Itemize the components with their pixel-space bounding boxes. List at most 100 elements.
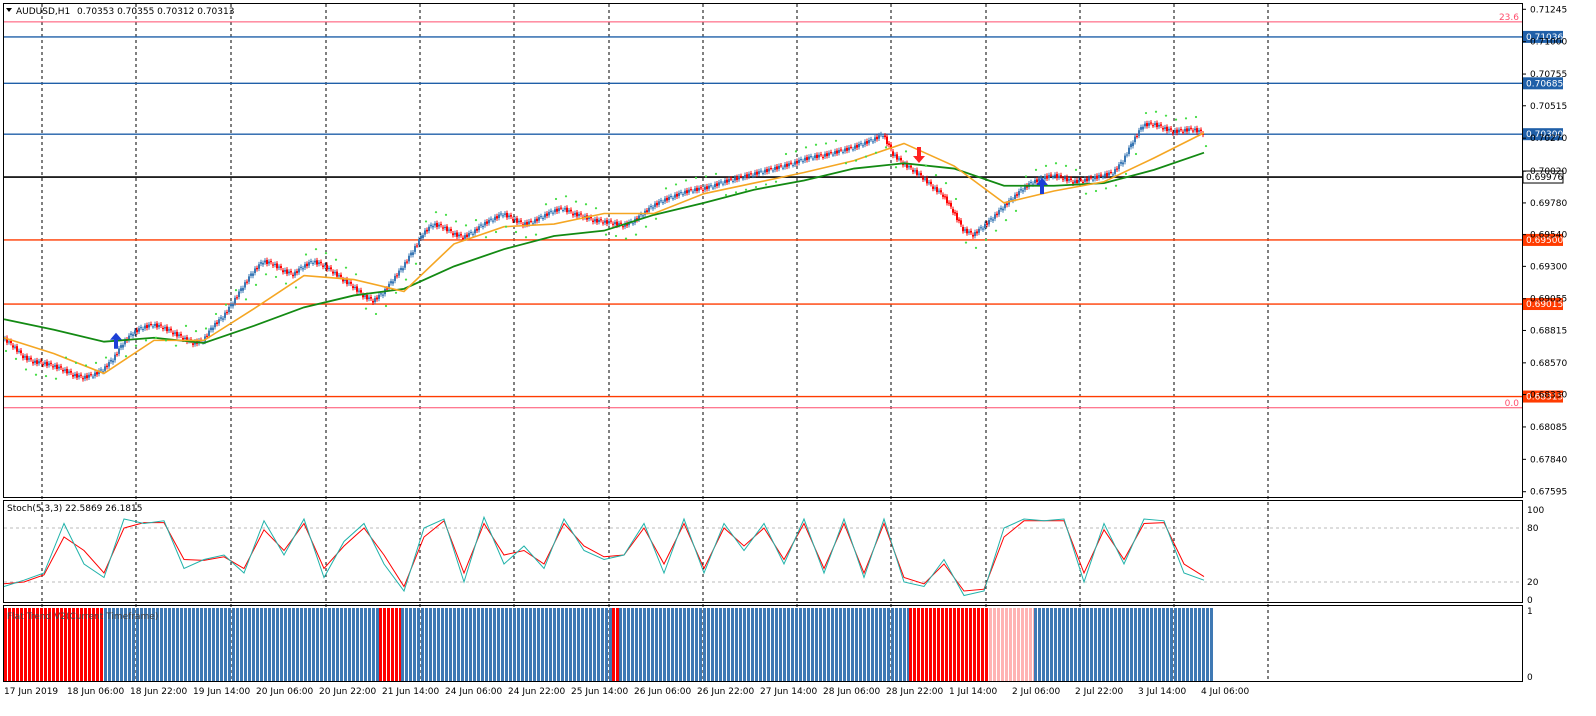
time-tick-label: 4 Jul 06:00 [1201,687,1250,697]
candle-body [894,154,896,156]
candle-body [1046,175,1048,179]
candle-body [1128,147,1130,155]
candle-body [860,143,862,145]
flat-trend-bar [811,608,814,681]
candle-body [168,329,170,331]
candle-body [1184,128,1186,132]
candle-body [566,207,568,213]
candle-body [454,233,456,235]
candle-body [886,136,888,144]
flat-trend-bar [985,608,988,681]
sar-dot [1204,144,1208,148]
flat-trend-bar [501,608,504,681]
candle-body [766,169,768,172]
candle-body [518,220,520,223]
sar-dot [354,273,358,276]
flat-trend-bar [791,608,794,681]
candle-body [976,231,978,234]
candle-body [442,227,444,229]
flat-trend-bar [493,608,496,681]
candle-body [608,221,610,224]
sar-dot [94,361,98,364]
sar-dot [774,180,778,183]
candle-body [134,330,136,334]
candle-body [614,222,616,225]
candle-body [122,344,124,348]
candle-body [728,179,730,183]
candle-body [1148,123,1150,126]
flat-trend-bar [747,608,750,681]
candle-body [246,281,248,283]
candle-body [914,170,916,172]
candle-body [678,192,680,197]
candle-body [478,226,480,231]
candle-body [806,157,808,161]
sar-dot [64,356,68,359]
sar-dot [1064,164,1068,168]
sar-dot [294,286,298,289]
sar-dot [264,273,268,276]
sar-dot [904,150,908,153]
candle-body [278,266,280,268]
candle-body [452,233,454,236]
flat-trend-bar [1070,608,1073,681]
flat-trend-bar [655,608,658,681]
sar-dot [614,234,618,238]
flat-trend-bar [1154,608,1157,681]
flat-trend-bar [256,608,259,681]
flat-trend-bar [1150,608,1153,681]
flat-trend-bar [1182,608,1185,681]
flat-trend-bar [549,608,552,681]
candle-body [184,337,186,340]
candle-body [1114,169,1116,174]
candle-body [776,166,778,170]
candle-body [684,190,686,194]
candle-body [768,168,770,172]
candle-body [916,169,918,175]
flat-trend-bar [691,608,694,681]
candle-body [280,266,282,268]
candle-body [334,272,336,274]
sar-dot [864,155,868,158]
candle-body [22,355,24,359]
candle-body [704,186,706,190]
candle-body [580,213,582,215]
flat-trend-bar [867,608,870,681]
flat-trend-bar [376,608,379,681]
candle-body [764,169,766,173]
stoch-title: Stoch(5,3,3) 22.5869 26.1815 [7,504,142,514]
flat-trend-bar [224,608,227,681]
sar-dot [224,303,228,306]
flat-trend-bar [1190,608,1193,681]
candle-body [1178,129,1180,133]
sar-dot [754,185,758,189]
flat-trend-bar [513,608,516,681]
candle-body [770,168,772,170]
price-tick-label: 0.70755 [1530,70,1567,80]
candle-body [90,374,92,376]
sar-dot [1184,117,1188,120]
candle-body [70,371,72,373]
sar-dot [1014,209,1018,212]
candle-body [662,202,664,204]
candle-body [938,190,940,192]
flat-trend-bar [703,608,706,681]
candle-body [772,170,774,172]
flat-trend-bar [368,608,371,681]
flat-trend-bar [469,608,472,681]
candle-body [238,291,240,298]
candle-body [276,263,278,269]
flat-trend-title: Flat Trend V2(Current Timeframe) [7,612,158,622]
candle-body [338,275,340,277]
sar-dot [634,233,638,236]
sar-dot [734,191,738,194]
candle-body [152,326,154,328]
candle-body [924,178,926,180]
candle-body [174,332,176,334]
triangle-down-icon[interactable] [6,8,12,12]
candle-body [526,221,528,225]
candle-body [380,293,382,295]
candle-body [408,255,410,262]
candle-body [410,252,412,256]
flat-trend-bar [324,608,327,681]
